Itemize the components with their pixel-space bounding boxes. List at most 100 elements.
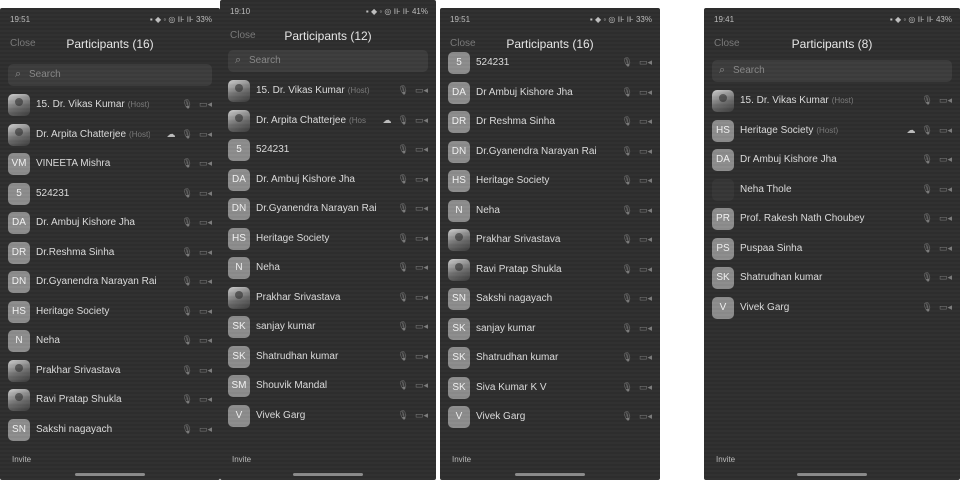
invite-button[interactable]: Invite	[452, 455, 471, 464]
participant-name-text: Prakhar Srivastava	[256, 291, 341, 303]
participant-row[interactable]: 15. Dr. Vikas Kumar (Host) 🎙 ▭◂	[0, 90, 220, 120]
search-icon: ⌕	[719, 64, 726, 76]
participant-row[interactable]: HS Heritage Society 🎙 ▭◂	[0, 297, 220, 327]
participant-row[interactable]: SK sanjay kumar 🎙 ▭◂	[440, 314, 660, 344]
participant-name-text: Puspaa Sinha	[740, 242, 803, 254]
participant-row[interactable]: SN Sakshi nagayach 🎙 ▭◂	[0, 415, 220, 445]
mic-muted-icon: 🎙	[621, 322, 633, 333]
mic-muted-icon: 🎙	[621, 411, 633, 421]
participant-row[interactable]: 15. Dr. Vikas Kumar (Host) 🎙 ▭◂	[220, 76, 436, 106]
video-off-icon: ▭◂	[198, 276, 212, 286]
page-title: Participants (8)	[791, 37, 873, 51]
participant-name-text: Heritage Society	[256, 232, 330, 244]
participant-row[interactable]: HS Heritage Society 🎙 ▭◂	[440, 166, 660, 196]
avatar-initials: SK	[448, 347, 470, 369]
participant-row[interactable]: SK Siva Kumar K V 🎙 ▭◂	[440, 373, 660, 403]
mic-muted-icon: 🎙	[921, 272, 933, 282]
video-off-icon: ▭◂	[198, 423, 212, 434]
participant-row[interactable]: HS Heritage Society 🎙 ▭◂	[220, 224, 436, 254]
row-icons: 🎙 ▭◂	[392, 174, 428, 185]
participant-row[interactable]: DR Dr Reshma Sinha 🎙 ▭◂	[440, 107, 660, 137]
participant-row[interactable]: Neha Thole 🎙 ▭◂	[704, 175, 960, 205]
row-icons: 🎙 ▭◂	[176, 188, 212, 199]
participant-name: Dr. Arpita Chatterjee(Host)	[256, 115, 366, 126]
participant-row[interactable]: DA Dr Ambuj Kishore Jha 🎙 ▭◂	[440, 78, 660, 108]
participant-row[interactable]: HS Heritage Society (Host) ☁ 🎙 ▭◂	[704, 116, 960, 146]
participant-name: Vivek Garg	[476, 411, 612, 422]
mic-muted-icon: 🎙	[397, 380, 409, 390]
participant-row[interactable]: SM Shouvik Mandal 🎙 ▭◂	[220, 371, 436, 401]
participant-row[interactable]: 5 524231 🎙 ▭◂	[220, 135, 436, 165]
participant-row[interactable]: DA Dr. Ambuj Kishore Jha 🎙 ▭◂	[220, 165, 436, 195]
avatar-photo	[8, 359, 30, 382]
participant-name-text: Dr.Gyanendra Narayan Rai	[476, 145, 597, 157]
participant-name-text: Dr.Gyanendra Narayan Rai	[256, 203, 377, 214]
video-off-icon: ▭◂	[638, 86, 652, 97]
participant-row[interactable]: DN Dr.Gyanendra Narayan Rai 🎙 ▭◂	[0, 267, 220, 297]
row-icons: 🎙 ▭◂	[392, 233, 428, 244]
participant-row[interactable]: DN Dr.Gyanendra Narayan Rai 🎙 ▭◂	[220, 194, 436, 224]
mic-muted-icon: 🎙	[621, 293, 633, 303]
participant-row[interactable]: V Vivek Garg 🎙 ▭◂	[220, 401, 436, 431]
participant-row[interactable]: 5 524231 🎙 ▭◂	[0, 179, 220, 209]
mic-muted-icon: 🎙	[181, 394, 193, 404]
participant-row[interactable]: DN Dr.Gyanendra Narayan Rai 🎙 ▭◂	[440, 137, 660, 167]
participant-name: Heritage Society (Host)	[740, 125, 890, 136]
participant-row[interactable]: SN Sakshi nagayach 🎙 ▭◂	[440, 284, 660, 314]
search-input[interactable]: ⌕ Search	[228, 50, 428, 72]
participant-row[interactable]: DR Dr.Reshma Sinha 🎙 ▭◂	[0, 238, 220, 268]
participant-name: Dr.Gyanendra Narayan Rai	[256, 203, 388, 214]
participant-row[interactable]: 5 524231 🎙 ▭◂	[440, 48, 660, 78]
participant-name: Ravi Pratap Shukla	[36, 394, 172, 405]
invite-button[interactable]: Invite	[12, 455, 31, 464]
participant-row[interactable]: Prakhar Srivastava 🎙 ▭◂	[440, 225, 660, 255]
row-icons: 🎙 ▭◂	[916, 272, 952, 283]
participant-row[interactable]: Prakhar Srivastava 🎙 ▭◂	[220, 283, 436, 313]
avatar-initials: HS	[448, 170, 470, 192]
participant-row[interactable]: Ravi Pratap Shukla 🎙 ▭◂	[0, 385, 220, 415]
video-off-icon: ▭◂	[198, 364, 212, 375]
avatar-initials: HS	[8, 300, 30, 323]
mic-muted-icon: 🎙	[621, 352, 633, 362]
participant-row[interactable]: SK sanjay kumar 🎙 ▭◂	[220, 312, 436, 342]
participant-row[interactable]: Dr. Arpita Chatterjee(Host) ☁ 🎙 ▭◂	[220, 106, 436, 136]
avatar-initials: DA	[448, 81, 470, 104]
avatar-initials: VM	[8, 153, 30, 175]
avatar-initials: SK	[448, 317, 470, 340]
invite-button[interactable]: Invite	[232, 455, 251, 464]
participant-row[interactable]: VM VINEETA Mishra 🎙 ▭◂	[0, 149, 220, 179]
participant-name: Puspaa Sinha	[740, 243, 912, 254]
search-input[interactable]: ⌕ Search	[712, 60, 952, 82]
search-placeholder: Search	[249, 55, 281, 66]
participant-row[interactable]: SK Shatrudhan kumar 🎙 ▭◂	[704, 263, 960, 293]
participant-row[interactable]: V Vivek Garg 🎙 ▭◂	[440, 402, 660, 432]
participant-row[interactable]: PS Puspaa Sinha 🎙 ▭◂	[704, 234, 960, 264]
participant-row[interactable]: 15. Dr. Vikas Kumar (Host) 🎙 ▭◂	[704, 86, 960, 116]
phone-screen-3: 19:51 ▪ ◆ ◦ ◎ ⊪ ⊪ 33% Close Participants…	[440, 8, 660, 480]
participant-row[interactable]: N Neha 🎙 ▭◂	[440, 196, 660, 226]
status-time: 19:51	[10, 15, 31, 24]
participant-row[interactable]: V Vivek Garg 🎙 ▭◂	[704, 293, 960, 323]
participant-row[interactable]: Ravi Pratap Shukla 🎙 ▭◂	[440, 255, 660, 285]
participant-row[interactable]: PR Prof. Rakesh Nath Choubey 🎙 ▭◂	[704, 204, 960, 234]
avatar-photo	[712, 90, 734, 112]
participant-row[interactable]: N Neha 🎙 ▭◂	[220, 253, 436, 283]
participant-row[interactable]: Prakhar Srivastava 🎙 ▭◂	[0, 356, 220, 386]
participant-row[interactable]: Dr. Arpita Chatterjee(Host) ☁ 🎙 ▭◂	[0, 120, 220, 150]
search-input[interactable]: ⌕ Search	[8, 64, 212, 86]
participant-row[interactable]: SK Shatrudhan kumar 🎙 ▭◂	[440, 343, 660, 373]
host-tag: (Host)	[831, 96, 854, 105]
status-time: 19:51	[450, 15, 471, 24]
phone-screen-1: 19:51 ▪ ◆ ◦ ◎ ⊪ ⊪ 33% Close Participants…	[0, 8, 220, 480]
mic-muted-icon: 🎙	[181, 128, 193, 139]
participant-name-text: Dr Ambuj Kishore Jha	[476, 86, 573, 98]
status-icons: ▪ ◆ ◦ ◎ ⊪ ⊪ 33%	[589, 15, 652, 24]
participant-row[interactable]: N Neha 🎙 ▭◂	[0, 326, 220, 356]
participant-row[interactable]: DA Dr. Ambuj Kishore Jha 🎙 ▭◂	[0, 208, 220, 238]
participant-row[interactable]: DA Dr Ambuj Kishore Jha 🎙 ▭◂	[704, 145, 960, 175]
participant-name: Sakshi nagayach	[476, 293, 612, 304]
participant-row[interactable]: SK Shatrudhan kumar 🎙 ▭◂	[220, 342, 436, 372]
invite-button[interactable]: Invite	[716, 455, 735, 464]
video-off-icon: ▭◂	[638, 204, 652, 215]
video-off-icon: ▭◂	[938, 124, 952, 135]
